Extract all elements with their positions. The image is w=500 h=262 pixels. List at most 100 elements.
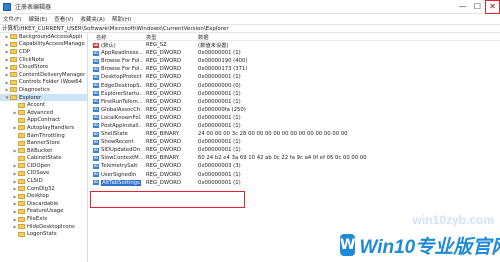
value-type: REG_DWORD — [146, 98, 182, 105]
tree-item[interactable]: ▶ CDP — [0, 48, 87, 56]
tree-item[interactable]: ▶ Discardable — [0, 200, 87, 208]
value-row[interactable]: 01 EdgeDesktopS... REG_DWORD 0x00000000 (0) — [89, 81, 500, 89]
value-name: LocalKnownFol... — [101, 114, 142, 121]
value-name: GlobalAssocCh... — [101, 106, 142, 113]
value-row[interactable]: ab (默认) REG_SZ (数值未设置) — [89, 41, 500, 49]
reg-binary-icon: 01 — [93, 50, 99, 56]
value-row[interactable]: 01 PostAppInstall... REG_DWORD 0x00000001 (… — [89, 122, 500, 130]
value-data: 0x00000001 (1) — [198, 114, 241, 121]
menu-bar: 文件(F) 编辑(E) 查看(V) 收藏夹(A) 帮助(H) — [0, 14, 500, 24]
folder-icon — [18, 125, 25, 131]
tree-item[interactable]: LogonStats — [0, 230, 87, 238]
value-data: 0x00000001 (1) — [198, 139, 241, 146]
value-data: 0x00000001 (1) — [198, 179, 241, 186]
tree-item[interactable]: ▶ Advanced — [0, 109, 87, 117]
value-name-cell: 01 PostAppInstall... — [89, 123, 142, 129]
tree-item[interactable]: ▶ Controls Folder (Wow64 — [0, 79, 87, 87]
value-data: 24 00 00 00 3c 28 00 00 00 00 00 00 00 0… — [198, 131, 348, 138]
value-name: Browse For Fol... — [101, 66, 142, 73]
tree-item[interactable]: ▶ Desktop — [0, 192, 87, 200]
tree-item[interactable]: ▼ Explorer — [0, 93, 87, 102]
address-bar[interactable]: 计算机\HKEY_CURRENT_USER\Software\Microsoft… — [0, 24, 500, 33]
tree-item-label: Diagnostics — [19, 86, 50, 93]
value-row[interactable]: 01 ExplorerStartu... REG_DWORD 0x00000001 (… — [89, 90, 500, 98]
tree-item[interactable]: CabinetState — [0, 155, 87, 163]
tree-item[interactable]: ▶ CIDOpen — [0, 162, 87, 170]
folder-icon — [18, 216, 25, 222]
tree-item-label: CIDOpen — [27, 162, 51, 169]
tree-item[interactable]: ▶ ComDlg32 — [0, 185, 87, 193]
tree-item[interactable]: ▶ HideDesktopIcons — [0, 223, 87, 231]
tree-item[interactable]: ▶ AutoplayHandlers — [0, 124, 87, 132]
tree-item[interactable]: ▶ CapabilityAccessManage — [0, 41, 87, 49]
menu-view[interactable]: 查看(V) — [54, 15, 73, 23]
tree-item[interactable]: ▶ FileExts — [0, 215, 87, 223]
folder-icon — [10, 95, 17, 101]
menu-help[interactable]: 帮助(H) — [112, 15, 131, 23]
value-row[interactable]: 01 SlowContextM... REG_BINARY 60 24 b2 e4 3… — [89, 154, 500, 162]
tree-item[interactable]: ▶ CLSID — [0, 177, 87, 185]
column-type[interactable]: 类型 — [142, 33, 194, 41]
tree-item[interactable]: ▶ ContentDeliveryManager — [0, 71, 87, 79]
value-type: REG_DWORD — [146, 58, 182, 65]
value-row[interactable]: 01 UserSignedIn REG_DWORD 0x00000001 (1) — [89, 171, 500, 179]
value-name: ShellState — [101, 131, 128, 138]
reg-binary-icon: 01 — [93, 66, 99, 72]
reg-binary-icon: 01 — [93, 99, 99, 105]
value-row[interactable]: 01 Browse For Fol... REG_DWORD 0x00000190 (… — [89, 57, 500, 65]
minimize-button[interactable]: — — [455, 0, 470, 14]
column-name[interactable]: 名称 — [89, 33, 142, 41]
value-row[interactable]: 01 AltTabSettings REG_DWORD 0x00000001 (1) — [89, 179, 500, 187]
value-name: SIDUpdatedOn... — [101, 147, 142, 154]
folder-icon — [18, 224, 25, 230]
value-name: AltTabSettings — [101, 179, 141, 186]
tree-item[interactable]: AppContract — [0, 117, 87, 125]
tree-item[interactable]: ▶ CloudStore — [0, 63, 87, 71]
value-row[interactable]: 01 SIDUpdatedOn... REG_DWORD 0x00000001 (1) — [89, 146, 500, 154]
menu-edit[interactable]: 编辑(E) — [28, 15, 47, 23]
value-name-cell: 01 GlobalAssocCh... — [89, 107, 142, 113]
value-name: FirstRunTelem... — [101, 98, 142, 105]
tree-item[interactable]: Accent — [0, 101, 87, 109]
tree-item[interactable]: BannerStore — [0, 139, 87, 147]
column-data[interactable]: 数据 — [194, 33, 500, 41]
tree-item[interactable]: BamThrottling — [0, 132, 87, 140]
value-data: 60 24 b2 e4 3a 69 10 42 ab 0c 22 fa 9c a… — [198, 155, 367, 162]
tree-item[interactable]: ▶ Diagnostics — [0, 86, 87, 94]
value-data: 0x00000173 (371) — [198, 66, 248, 73]
value-row[interactable]: 01 Browse For Fol... REG_DWORD 0x00000173 (… — [89, 65, 500, 73]
value-row[interactable]: 01 LocalKnownFol... REG_DWORD 0x00000001 (1… — [89, 114, 500, 122]
key-tree[interactable]: ▶ BackgroundAccessAppli ▶ CapabilityAccessM… — [0, 33, 88, 262]
tree-item[interactable]: ▶ FeatureUsage — [0, 208, 87, 216]
reg-binary-icon: 01 — [93, 147, 99, 153]
tree-item-label: CDP — [19, 48, 30, 55]
tree-item[interactable]: ▶ CIDSave — [0, 170, 87, 178]
menu-favorites[interactable]: 收藏夹(A) — [80, 15, 105, 23]
value-row[interactable]: 01 ShellState REG_BINARY 24 00 00 00 3c 28 … — [89, 130, 500, 138]
folder-icon — [10, 34, 17, 40]
value-row[interactable]: 01 GlobalAssocCh... REG_DWORD 0x000000fa (2… — [89, 106, 500, 114]
tree-item[interactable]: ▶ ClickNote — [0, 56, 87, 64]
value-type: REG_DWORD — [146, 114, 182, 121]
value-name-cell: 01 FirstRunTelem... — [89, 99, 142, 105]
value-row[interactable]: 01 TelemetrySalt REG_DWORD 0x00000003 (3) — [89, 162, 500, 170]
tree-item[interactable]: ▶ BackgroundAccessAppli — [0, 33, 87, 41]
menu-file[interactable]: 文件(F) — [3, 15, 21, 23]
maximize-button[interactable]: ☐ — [470, 0, 485, 14]
value-row[interactable]: 01 AppReadiness... REG_DWORD 0x00000001 (1) — [89, 49, 500, 57]
value-row[interactable]: 01DesktopProtect... REG_DWORD 0x00000001 (… — [89, 73, 500, 81]
tree-item[interactable]: ▶ BitBucket — [0, 147, 87, 155]
folder-icon — [18, 170, 25, 176]
value-name-cell: 01 AppReadiness... — [89, 50, 142, 56]
tree-item-label: CIDSave — [27, 170, 50, 177]
value-row[interactable]: 01 ShowRecent REG_DWORD 0x00000001 (1) — [89, 138, 500, 146]
value-row[interactable]: 01 FirstRunTelem... REG_DWORD 0x00000001 (1… — [89, 98, 500, 106]
value-name-cell: 01 Browse For Fol... — [89, 66, 142, 72]
reg-binary-icon: 01 — [93, 91, 99, 97]
value-data: 0x00000000 (0) — [198, 82, 241, 89]
reg-binary-icon: 01 — [93, 74, 99, 80]
value-name: TelemetrySalt — [101, 163, 138, 170]
close-button[interactable]: ✕ — [485, 0, 500, 14]
tree-item-label: CabinetState — [27, 155, 62, 162]
folder-icon — [18, 133, 25, 139]
